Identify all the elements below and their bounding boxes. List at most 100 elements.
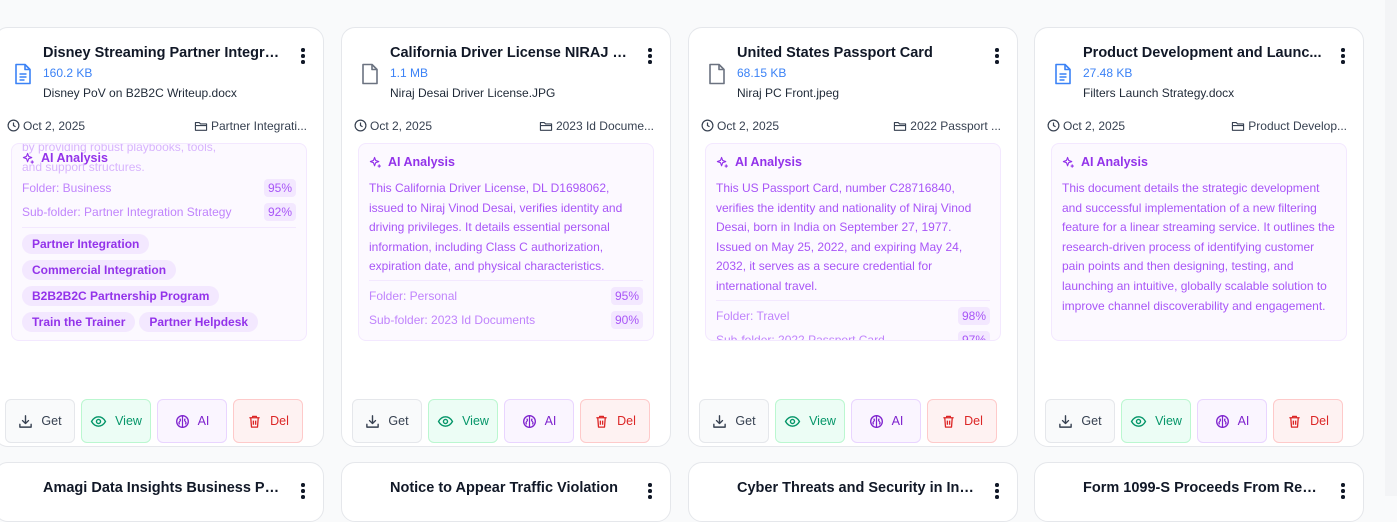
download-icon bbox=[712, 414, 727, 429]
subfolder-suggestion: Sub-folder: 2023 Id Documents bbox=[369, 312, 536, 327]
brain-icon bbox=[1215, 414, 1230, 429]
clock-icon bbox=[701, 119, 714, 132]
document-card[interactable]: Form 1099-S Proceeds From Real... bbox=[1034, 462, 1364, 522]
subfolder-suggestion: Sub-folder: Partner Integration Strategy bbox=[22, 205, 232, 219]
more-options-icon[interactable] bbox=[301, 483, 305, 501]
get-button[interactable]: Get bbox=[1045, 399, 1115, 443]
ai-analysis-heading: AI Analysis bbox=[41, 151, 108, 165]
analysis-text: This US Passport Card, number C28716840,… bbox=[716, 181, 972, 293]
scrollbar[interactable] bbox=[1385, 0, 1397, 496]
ai-analysis-heading: AI Analysis bbox=[1081, 155, 1148, 169]
more-options-icon[interactable] bbox=[301, 48, 305, 66]
more-options-icon[interactable] bbox=[1341, 48, 1345, 66]
clock-icon bbox=[1047, 119, 1060, 132]
download-icon bbox=[1058, 414, 1073, 429]
ai-analysis-panel[interactable]: by providing robust playbooks, tools, an… bbox=[11, 143, 307, 341]
folder-suggestion: Folder: Personal bbox=[369, 288, 458, 303]
confidence-badge: 92% bbox=[263, 203, 296, 221]
document-card[interactable]: Product Development and Launc... 27.48 K… bbox=[1034, 27, 1364, 447]
upload-date: Oct 2, 2025 bbox=[1063, 119, 1126, 133]
trash-icon bbox=[247, 414, 262, 429]
document-title[interactable]: Form 1099-S Proceeds From Real... bbox=[1083, 480, 1323, 496]
ai-analysis-panel[interactable]: AI Analysis This US Passport Card, numbe… bbox=[705, 143, 1001, 341]
ai-analysis-heading: AI Analysis bbox=[388, 155, 455, 169]
get-button[interactable]: Get bbox=[352, 399, 422, 443]
file-name: Niraj PC Front.jpeg bbox=[737, 86, 840, 100]
tag[interactable]: B2B2B2C Partnership Program bbox=[22, 286, 220, 306]
ai-button[interactable]: AI bbox=[1197, 399, 1267, 443]
trash-icon bbox=[594, 414, 609, 429]
document-card[interactable]: Notice to Appear Traffic Violation bbox=[341, 462, 671, 522]
document-card[interactable]: United States Passport Card 68.15 KB Nir… bbox=[688, 27, 1018, 447]
folder-icon bbox=[194, 120, 208, 132]
upload-date: Oct 2, 2025 bbox=[370, 119, 433, 133]
folder-icon bbox=[893, 120, 907, 132]
delete-button[interactable]: Del bbox=[1273, 399, 1343, 443]
sparkle-icon bbox=[22, 152, 35, 165]
confidence-badge: 98% bbox=[957, 306, 990, 325]
get-button[interactable]: Get bbox=[699, 399, 769, 443]
folder-icon bbox=[539, 120, 553, 132]
confidence-badge: 95% bbox=[263, 179, 296, 197]
file-name: Niraj Desai Driver License.JPG bbox=[390, 86, 556, 100]
view-button[interactable]: View bbox=[775, 399, 845, 443]
tag[interactable]: Partner Helpdesk bbox=[139, 312, 259, 332]
document-icon bbox=[1053, 63, 1073, 85]
file-size: 68.15 KB bbox=[737, 66, 787, 80]
tag[interactable]: Train the Trainer bbox=[22, 312, 136, 332]
delete-button[interactable]: Del bbox=[233, 399, 303, 443]
document-title[interactable]: Product Development and Launc... bbox=[1083, 45, 1323, 61]
file-name: Disney PoV on B2B2C Writeup.docx bbox=[43, 86, 237, 100]
more-options-icon[interactable] bbox=[648, 483, 652, 501]
document-icon bbox=[13, 63, 33, 85]
document-title[interactable]: California Driver License NIRAJ V... bbox=[390, 45, 630, 61]
document-card[interactable]: Disney Streaming Partner Integra... 160.… bbox=[0, 27, 324, 447]
document-title[interactable]: Cyber Threats and Security in Ind... bbox=[737, 480, 977, 496]
view-button[interactable]: View bbox=[428, 399, 498, 443]
document-card[interactable]: Amagi Data Insights Business Pre... bbox=[0, 462, 324, 522]
image-file-icon bbox=[360, 63, 380, 85]
delete-button[interactable]: Del bbox=[580, 399, 650, 443]
eye-icon bbox=[90, 415, 107, 428]
get-button[interactable]: Get bbox=[5, 399, 75, 443]
more-options-icon[interactable] bbox=[995, 483, 999, 501]
more-options-icon[interactable] bbox=[1341, 483, 1345, 501]
ai-button[interactable]: AI bbox=[851, 399, 921, 443]
ai-button[interactable]: AI bbox=[157, 399, 227, 443]
tag[interactable]: Commercial Integration bbox=[22, 260, 177, 280]
confidence-badge: 97% bbox=[957, 330, 990, 340]
confidence-badge: 90% bbox=[610, 310, 643, 329]
brain-icon bbox=[869, 414, 884, 429]
sparkle-icon bbox=[716, 156, 729, 169]
folder-name: Partner Integrati... bbox=[210, 119, 307, 133]
more-options-icon[interactable] bbox=[995, 48, 999, 66]
sparkle-icon bbox=[1062, 156, 1075, 169]
document-title[interactable]: United States Passport Card bbox=[737, 45, 977, 61]
more-options-icon[interactable] bbox=[648, 48, 652, 66]
delete-button[interactable]: Del bbox=[927, 399, 997, 443]
trash-icon bbox=[1287, 414, 1302, 429]
folder-suggestion: Folder: Travel bbox=[716, 308, 790, 323]
file-size: 27.48 KB bbox=[1083, 66, 1133, 80]
sparkle-icon bbox=[369, 156, 382, 169]
folder-suggestion: Folder: Business bbox=[22, 181, 112, 195]
ai-analysis-panel[interactable]: AI Analysis This document details the st… bbox=[1051, 143, 1347, 341]
folder-name: Product Develop... bbox=[1248, 119, 1347, 133]
brain-icon bbox=[522, 414, 537, 429]
document-card[interactable]: California Driver License NIRAJ V... 1.1… bbox=[341, 27, 671, 447]
eye-icon bbox=[784, 415, 801, 428]
ai-button[interactable]: AI bbox=[504, 399, 574, 443]
document-title[interactable]: Disney Streaming Partner Integra... bbox=[43, 45, 283, 61]
upload-date: Oct 2, 2025 bbox=[23, 119, 86, 133]
document-title[interactable]: Notice to Appear Traffic Violation bbox=[390, 480, 630, 496]
eye-icon bbox=[437, 415, 454, 428]
document-title[interactable]: Amagi Data Insights Business Pre... bbox=[43, 480, 283, 496]
ai-analysis-panel[interactable]: AI Analysis This California Driver Licen… bbox=[358, 143, 654, 341]
analysis-text: This document details the strategic deve… bbox=[1062, 181, 1335, 313]
tag[interactable]: Partner Integration bbox=[22, 234, 150, 254]
view-button[interactable]: View bbox=[81, 399, 151, 443]
document-card[interactable]: Cyber Threats and Security in Ind... bbox=[688, 462, 1018, 522]
clock-icon bbox=[7, 119, 20, 132]
view-button[interactable]: View bbox=[1121, 399, 1191, 443]
folder-icon bbox=[1231, 120, 1245, 132]
